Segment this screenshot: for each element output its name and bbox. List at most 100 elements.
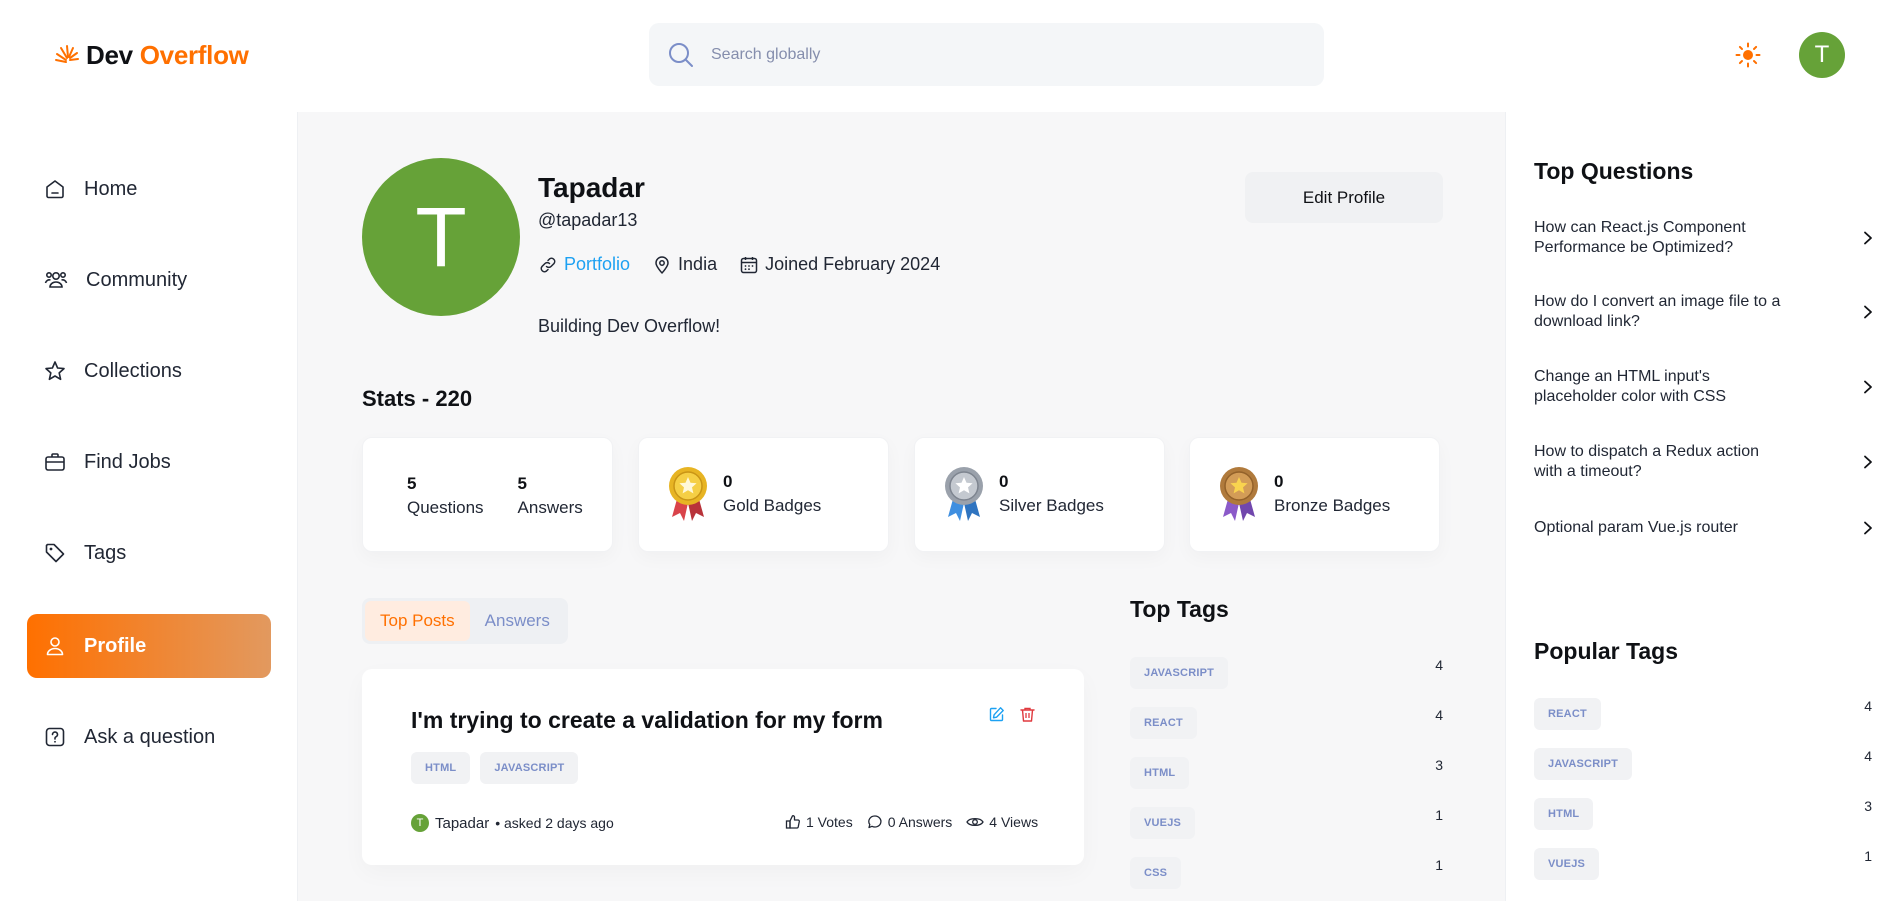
top-question-item[interactable]: Optional param Vue.js router [1534, 518, 1874, 538]
calendar-icon [739, 255, 759, 275]
bronze-medal-icon [1218, 465, 1260, 523]
sidebar-item-tags[interactable]: Tags [27, 521, 271, 585]
sun-icon[interactable] [1735, 42, 1761, 68]
silver-count: 0 [999, 472, 1009, 491]
top-question-item[interactable]: How do I convert an image file to a down… [1534, 292, 1874, 332]
tag-chip[interactable]: VUEJS [1534, 848, 1600, 880]
logo-text-overflow: Overflow [139, 40, 249, 70]
answers-metric: 0 Answers [867, 814, 952, 830]
top-question-text: Change an HTML input's placeholder color… [1534, 368, 1727, 405]
stat-card-gold: 0 Gold Badges [638, 437, 889, 552]
edit-icon[interactable] [988, 706, 1005, 723]
tag-chip[interactable]: HTML [411, 752, 471, 784]
profile-tabs: Top Posts Answers [362, 598, 568, 644]
bronze-count: 0 [1274, 472, 1284, 491]
main-content: T Tapadar @tapadar13 Portfolio India Joi… [298, 112, 1505, 901]
stats-title: Stats - 220 [362, 386, 473, 411]
global-search[interactable] [649, 23, 1324, 86]
profile-avatar: T [362, 158, 520, 316]
profile-handle: @tapadar13 [538, 210, 638, 230]
views-text: 4 Views [989, 814, 1039, 830]
questions-label: Questions [407, 498, 484, 517]
tag-chip[interactable]: REACT [1534, 698, 1601, 730]
answers-label: Answers [517, 498, 583, 517]
user-avatar[interactable]: T [1799, 32, 1845, 78]
sidebar-item-profile[interactable]: Profile [27, 614, 271, 678]
popular-tag-row[interactable]: JAVASCRIPT 4 [1534, 748, 1872, 780]
top-question-item[interactable]: Change an HTML input's placeholder color… [1534, 367, 1874, 407]
gold-count: 0 [723, 472, 733, 491]
question-metrics: 1 Votes 0 Answers 4 Views [785, 814, 1038, 830]
sidebar-item-ask-question[interactable]: Ask a question [27, 705, 271, 769]
tag-count: 4 [1435, 657, 1443, 673]
popular-tag-row[interactable]: REACT 4 [1534, 698, 1872, 730]
tag-chip[interactable]: HTML [1130, 757, 1190, 789]
tag-chip[interactable]: JAVASCRIPT [1130, 657, 1229, 689]
popular-tag-row[interactable]: HTML 3 [1534, 798, 1872, 830]
top-tag-row[interactable]: JAVASCRIPT 4 [1130, 657, 1443, 689]
top-question-item[interactable]: How to dispatch a Redux action with a ti… [1534, 442, 1874, 482]
chevron-right-icon [1862, 305, 1874, 319]
author-name: Tapadar [435, 814, 490, 832]
sidebar-item-home[interactable]: Home [27, 157, 271, 221]
trash-icon[interactable] [1019, 706, 1036, 723]
tag-chip[interactable]: JAVASCRIPT [1534, 748, 1633, 780]
tag-chip[interactable]: CSS [1130, 857, 1182, 889]
location-text: India [678, 254, 718, 274]
asked-time: • asked 2 days ago [495, 815, 614, 831]
top-tag-row[interactable]: HTML 3 [1130, 757, 1443, 789]
sidebar-item-label: Home [84, 177, 138, 200]
questions-count: 5 [407, 474, 417, 493]
tag-chip[interactable]: JAVASCRIPT [480, 752, 579, 784]
top-question-text: How can React.js Component Performance b… [1534, 219, 1746, 256]
top-tag-row[interactable]: REACT 4 [1130, 707, 1443, 739]
tab-answers[interactable]: Answers [470, 601, 565, 641]
link-icon [538, 255, 558, 275]
top-question-text: How to dispatch a Redux action with a ti… [1534, 443, 1760, 480]
portfolio-link-wrap[interactable]: Portfolio [538, 254, 630, 275]
views-metric: 4 Views [966, 814, 1038, 830]
popular-tags-title: Popular Tags [1534, 638, 1678, 664]
home-icon [44, 178, 66, 200]
top-question-text: How do I convert an image file to a down… [1534, 293, 1781, 330]
search-icon [667, 41, 695, 69]
logo[interactable]: Dev Overflow [52, 40, 249, 71]
sidebar-item-label: Collections [84, 359, 182, 382]
tag-count: 4 [1864, 748, 1872, 764]
answers-stat: 5 Answers [518, 474, 583, 518]
top-question-item[interactable]: How can React.js Component Performance b… [1534, 218, 1874, 258]
top-navbar: Dev Overflow T [0, 0, 1891, 112]
silver-label: Silver Badges [999, 496, 1104, 515]
stat-card-silver: 0 Silver Badges [914, 437, 1165, 552]
stat-card-qa: 5 Questions 5 Answers [362, 437, 613, 552]
profile-bio: Building Dev Overflow! [538, 316, 721, 336]
top-tag-row[interactable]: VUEJS 1 [1130, 807, 1443, 839]
tag-chip[interactable]: HTML [1534, 798, 1594, 830]
question-title[interactable]: I'm trying to create a validation for my… [411, 707, 883, 734]
sidebar-item-collections[interactable]: Collections [27, 339, 271, 403]
popular-tag-row[interactable]: VUEJS 1 [1534, 848, 1872, 880]
sidebar-item-label: Find Jobs [84, 450, 171, 473]
portfolio-link[interactable]: Portfolio [564, 254, 630, 275]
briefcase-icon [44, 451, 66, 473]
search-input[interactable] [711, 45, 1271, 64]
question-author[interactable]: T Tapadar • asked 2 days ago [411, 814, 614, 832]
joined-text: Joined February 2024 [765, 254, 941, 274]
tag-chip[interactable]: REACT [1130, 707, 1197, 739]
sidebar-item-label: Community [86, 268, 188, 291]
top-tag-row[interactable]: CSS 1 [1130, 857, 1443, 889]
edit-profile-button[interactable]: Edit Profile [1245, 172, 1443, 223]
question-tags: HTML JAVASCRIPT [411, 752, 579, 784]
sidebar-item-community[interactable]: Community [27, 248, 271, 312]
right-sidebar: Top Questions How can React.js Component… [1505, 112, 1891, 901]
top-tags-title: Top Tags [1130, 596, 1229, 622]
tab-top-posts[interactable]: Top Posts [365, 601, 470, 641]
tag-chip[interactable]: VUEJS [1130, 807, 1196, 839]
stat-card-bronze: 0 Bronze Badges [1189, 437, 1440, 552]
thumbs-up-icon [785, 814, 801, 830]
sidebar-item-label: Ask a question [84, 725, 216, 748]
sidebar-item-find-jobs[interactable]: Find Jobs [27, 430, 271, 494]
question-card[interactable]: I'm trying to create a validation for my… [362, 669, 1084, 865]
tag-icon [44, 542, 66, 564]
profile-meta: Portfolio India Joined February 2024 [538, 254, 962, 275]
